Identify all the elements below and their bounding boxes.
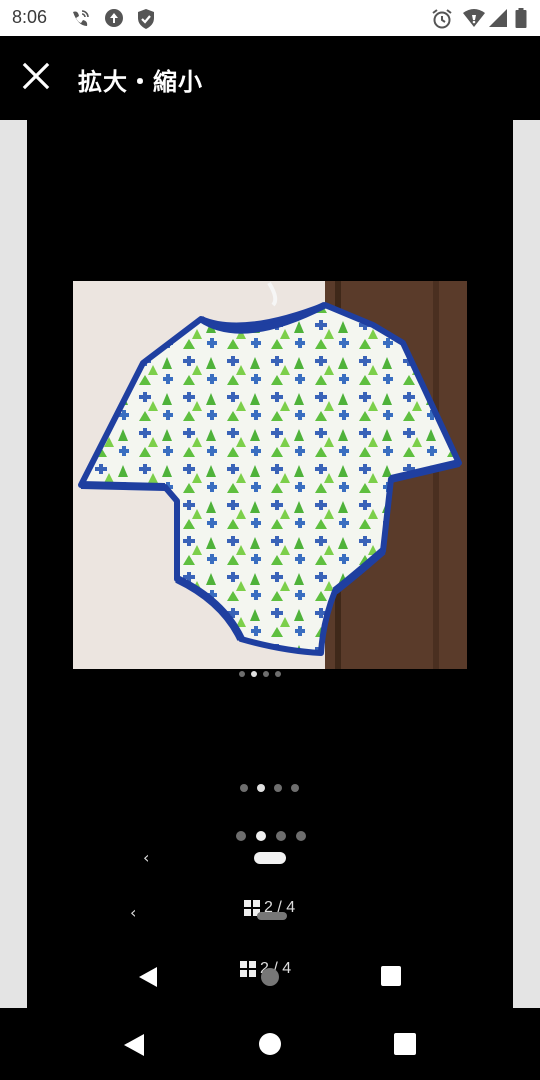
system-nav-bar [0,1008,540,1080]
wifi-signal-icon [462,8,486,28]
status-time: 8:06 [12,7,48,27]
page-dot[interactable] [296,831,306,841]
prev-image-chevron-lower[interactable]: ‹ [130,903,136,922]
counter-shadow [257,912,287,920]
status-bar: 8:06 [0,0,540,36]
page-dot-active[interactable] [256,831,266,841]
home-circle-icon[interactable] [259,1033,281,1055]
photo-page-dots-small [239,671,281,677]
app-bar: 拡大・縮小 [0,36,540,120]
image-viewer: ‹ ‹ 2 / 4 2 / 4 [0,120,540,1008]
home-circle-icon-ghost [261,968,279,986]
grid-icon [240,961,256,977]
page-dot[interactable] [263,671,269,677]
page-dot-active[interactable] [251,671,257,677]
home-pill-indicator [254,852,286,864]
shield-check-icon [136,8,156,30]
recents-square-icon-ghost[interactable] [381,966,401,986]
wifi-calling-icon [70,8,92,28]
close-icon [22,62,50,94]
page-title: 拡大・縮小 [78,68,203,96]
recents-square-icon[interactable] [394,1033,416,1055]
prev-image-chevron[interactable]: ‹ [143,848,149,867]
alarm-icon [431,8,453,30]
data-saver-icon [104,8,124,28]
page-dot[interactable] [239,671,245,677]
page-dot[interactable] [236,831,246,841]
page-dot[interactable] [275,671,281,677]
back-triangle-icon-ghost[interactable] [137,965,159,993]
back-triangle-icon[interactable] [122,1032,146,1062]
page-dots [240,784,299,792]
page-dots-large [236,831,306,841]
page-dot[interactable] [276,831,286,841]
page-dot[interactable] [274,784,282,792]
viewer-canvas[interactable]: ‹ ‹ 2 / 4 2 / 4 [27,120,513,1008]
cell-signal-icon [488,8,508,28]
close-button[interactable] [14,56,58,100]
page-dot[interactable] [240,784,248,792]
page-dot[interactable] [291,784,299,792]
battery-icon [515,8,527,28]
zoomable-photo[interactable] [73,281,467,669]
page-dot-active[interactable] [257,784,265,792]
